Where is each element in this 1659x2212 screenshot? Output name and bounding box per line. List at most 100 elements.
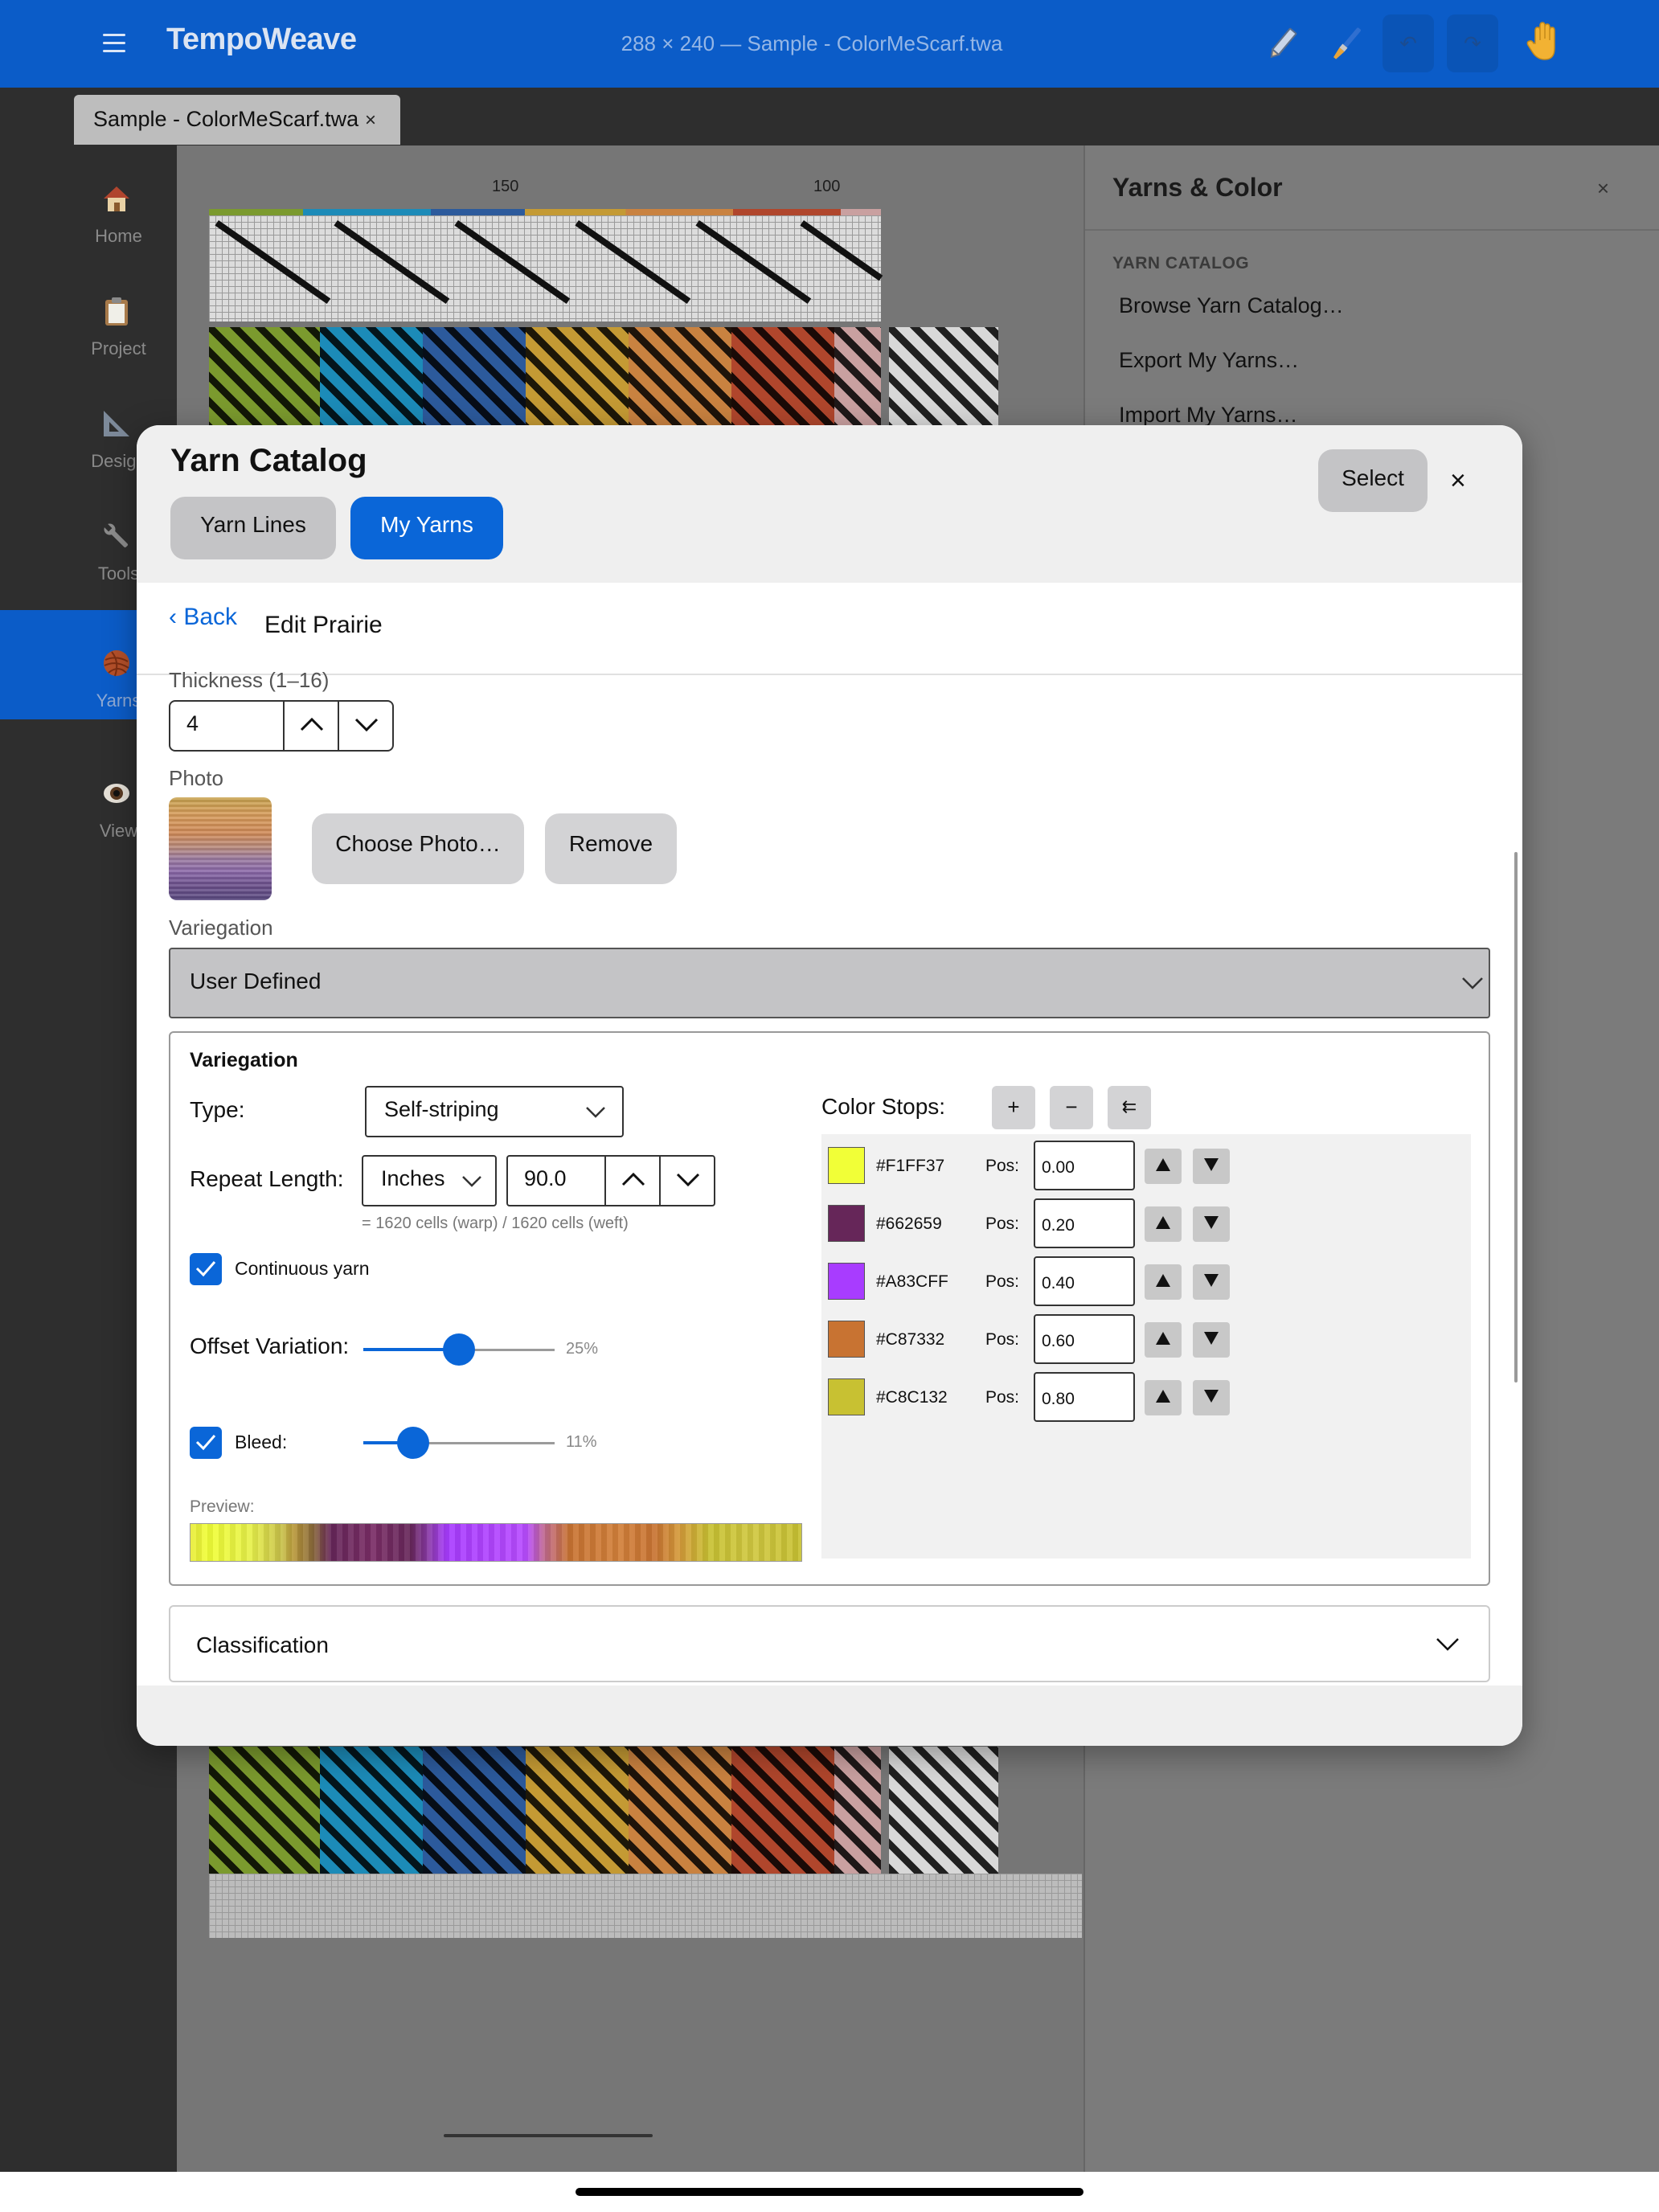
thickness-value[interactable]: 4 (186, 711, 199, 736)
move-up-button[interactable] (1145, 1264, 1182, 1300)
color-swatch[interactable] (828, 1378, 865, 1415)
drawdown-block (526, 327, 629, 432)
brush-icon[interactable] (1326, 23, 1368, 64)
move-up-button[interactable] (1145, 1322, 1182, 1358)
drawdown-block (320, 327, 423, 432)
select-button[interactable]: Select (1318, 449, 1428, 512)
color-stop-row: #662659 Pos: 0.20 (821, 1194, 1471, 1248)
color-hex: #F1FF37 (876, 1157, 945, 1175)
remove-photo-button[interactable]: Remove (545, 813, 677, 884)
position-input[interactable]: 0.40 (1034, 1256, 1135, 1306)
drawdown-block (834, 327, 881, 432)
thickness-stepper[interactable]: 4 (169, 700, 394, 752)
threading-grid[interactable] (209, 209, 881, 322)
color-swatch[interactable] (828, 1321, 865, 1358)
offset-slider-thumb[interactable] (443, 1333, 475, 1366)
color-hex: #A83CFF (876, 1272, 948, 1291)
triangle-up-icon (1156, 1390, 1170, 1403)
position-input[interactable]: 0.20 (1034, 1198, 1135, 1248)
triangle-up-icon (1156, 1216, 1170, 1229)
position-input[interactable]: 0.80 (1034, 1372, 1135, 1422)
app-title: TempoWeave (166, 23, 357, 56)
classification-section[interactable]: Classification (169, 1605, 1490, 1682)
export-my-yarns-item[interactable]: Export My Yarns… (1119, 348, 1299, 373)
reverse-stops-button[interactable]: ⇇ (1108, 1086, 1151, 1129)
top-bar: TempoWeave 288 × 240 — Sample - ColorMeS… (0, 0, 1659, 88)
increment-button[interactable] (283, 702, 338, 750)
variegation-label: Variegation (169, 916, 273, 940)
drawdown-block (889, 327, 998, 432)
hand-tool-icon[interactable] (1526, 21, 1567, 63)
add-stop-button[interactable]: + (992, 1086, 1035, 1129)
decrement-button[interactable] (338, 702, 392, 750)
close-dialog-icon[interactable]: × (1450, 465, 1466, 497)
undo-button[interactable]: ↶ (1382, 14, 1434, 72)
choose-photo-button[interactable]: Choose Photo… (312, 813, 524, 884)
position-input[interactable]: 0.60 (1034, 1314, 1135, 1364)
document-tab[interactable]: Sample - ColorMeScarf.twa × (74, 95, 400, 145)
dialog-scrollbar[interactable] (1514, 852, 1518, 1382)
bleed-slider-thumb[interactable] (396, 1427, 429, 1459)
triangle-down-icon (1204, 1274, 1219, 1287)
position-input[interactable]: 0.00 (1034, 1141, 1135, 1190)
clipboard-icon (100, 295, 133, 327)
move-down-button[interactable] (1193, 1322, 1230, 1358)
back-button[interactable]: ‹ Back (169, 604, 237, 631)
edit-title: Edit Prairie (264, 612, 383, 638)
tab-yarn-lines[interactable]: Yarn Lines (170, 497, 336, 559)
ruler: 150 100 (209, 178, 881, 195)
type-select[interactable]: Self-striping (365, 1086, 624, 1137)
color-hex: #C8C132 (876, 1388, 948, 1407)
ruler-label: 100 (813, 178, 841, 195)
close-tab-icon[interactable]: × (365, 109, 376, 132)
triangle-down-icon (1204, 1390, 1219, 1403)
variegation-preview (190, 1523, 802, 1562)
color-swatch[interactable] (828, 1263, 865, 1300)
yarn-catalog-dialog: Yarn Catalog Yarn Lines My Yarns Select … (137, 425, 1522, 1746)
preview-label: Preview: (190, 1497, 255, 1516)
treadling-grid[interactable] (209, 1874, 1082, 1938)
move-down-button[interactable] (1193, 1149, 1230, 1184)
chevron-down-icon (676, 1173, 700, 1187)
drawdown-block (423, 327, 526, 432)
home-indicator[interactable] (576, 2188, 1083, 2196)
color-stop-row: #A83CFF Pos: 0.40 (821, 1251, 1471, 1306)
close-panel-icon[interactable]: × (1597, 176, 1609, 201)
offset-variation-label: Offset Variation: (190, 1333, 350, 1358)
color-swatch[interactable] (828, 1205, 865, 1242)
set-square-icon (100, 408, 133, 440)
thickness-label: Thickness (1–16) (169, 668, 330, 692)
position-label: Pos: (985, 1330, 1020, 1349)
classification-label: Classification (196, 1632, 329, 1657)
continuous-yarn-checkbox[interactable] (190, 1253, 222, 1285)
horizontal-scrollbar[interactable] (444, 2134, 653, 2137)
dialog-footer (137, 1686, 1522, 1746)
move-down-button[interactable] (1193, 1380, 1230, 1415)
units-select[interactable]: Inches (362, 1155, 497, 1206)
bleed-checkbox[interactable] (190, 1427, 222, 1459)
increment-button[interactable] (604, 1157, 659, 1205)
repeat-length-label: Repeat Length: (190, 1166, 344, 1191)
redo-button[interactable]: ↷ (1447, 14, 1498, 72)
remove-stop-button[interactable]: − (1050, 1086, 1093, 1129)
color-swatch[interactable] (828, 1147, 865, 1184)
move-down-button[interactable] (1193, 1264, 1230, 1300)
position-label: Pos: (985, 1157, 1020, 1175)
sidebar-item-project[interactable]: Project (0, 258, 177, 367)
move-up-button[interactable] (1145, 1149, 1182, 1184)
move-down-button[interactable] (1193, 1206, 1230, 1242)
repeat-length-value[interactable]: 90.0 (524, 1166, 567, 1191)
variegation-panel: Variegation Type: Self-striping Repeat L… (169, 1031, 1490, 1586)
repeat-length-stepper[interactable]: 90.0 (506, 1155, 715, 1206)
move-up-button[interactable] (1145, 1206, 1182, 1242)
browse-yarn-catalog-item[interactable]: Browse Yarn Catalog… (1119, 293, 1344, 318)
sidebar-item-home[interactable]: Home (0, 145, 177, 255)
tab-my-yarns[interactable]: My Yarns (350, 497, 503, 559)
pencil-icon[interactable] (1262, 23, 1304, 64)
variegation-select[interactable]: User Defined (169, 948, 1490, 1018)
hamburger-menu-icon[interactable] (103, 34, 125, 53)
decrement-button[interactable] (659, 1157, 714, 1205)
move-up-button[interactable] (1145, 1380, 1182, 1415)
import-my-yarns-item[interactable]: Import My Yarns… (1119, 403, 1298, 428)
house-icon (100, 182, 133, 215)
